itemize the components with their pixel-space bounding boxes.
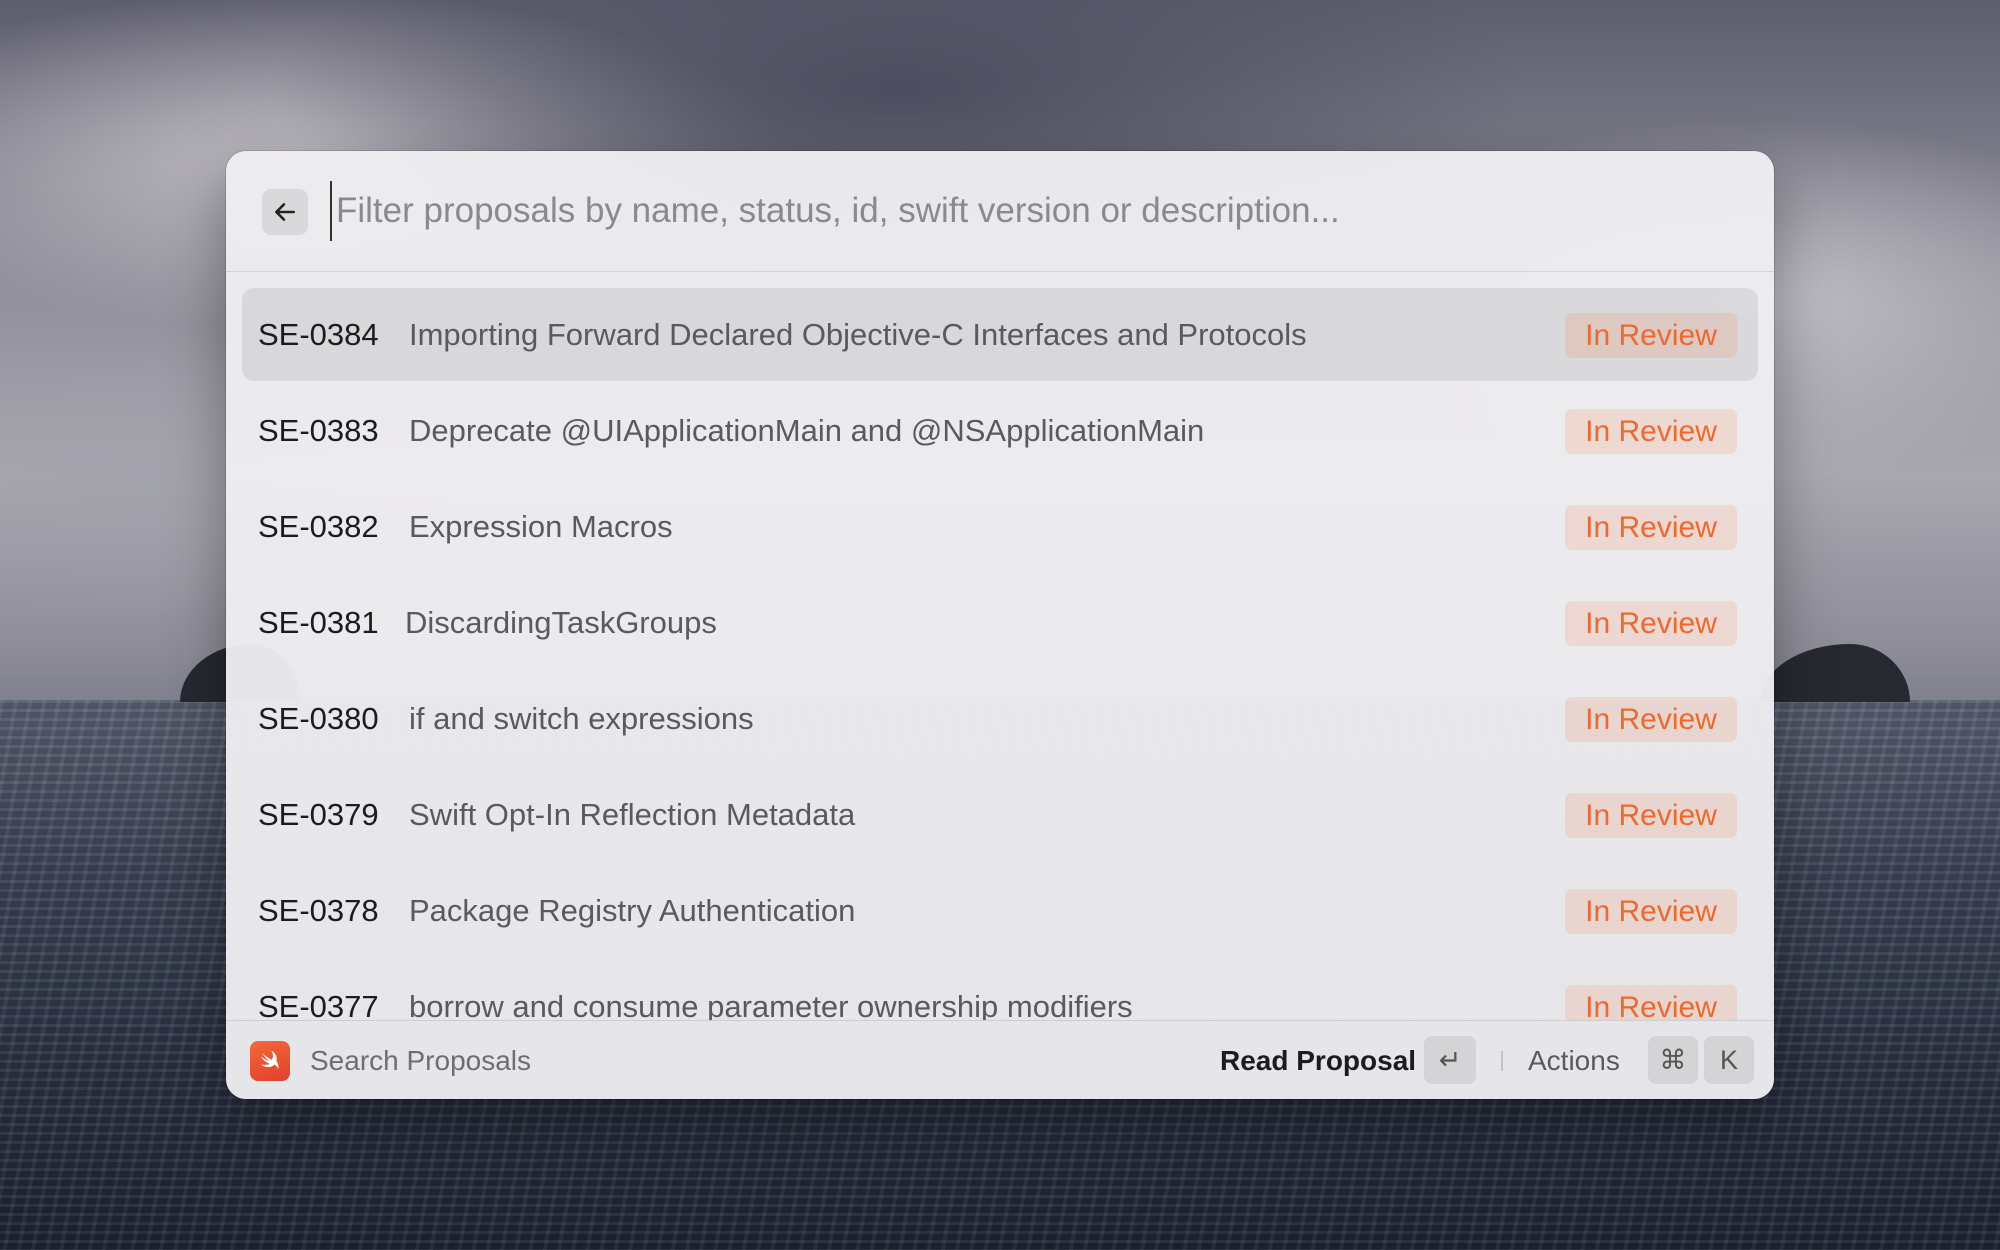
proposal-row[interactable]: SE-0381 DiscardingTaskGroups In Review bbox=[242, 576, 1758, 669]
footer-divider bbox=[1501, 1051, 1503, 1071]
status-badge: In Review bbox=[1565, 505, 1737, 550]
proposal-id: SE-0381 bbox=[258, 605, 379, 640]
status-badge: In Review bbox=[1565, 889, 1737, 934]
read-proposal-action[interactable]: Read Proposal bbox=[1220, 1021, 1416, 1099]
proposal-row[interactable]: SE-0378 Package Registry Authentication … bbox=[242, 864, 1758, 957]
proposal-id: SE-0379 bbox=[258, 797, 379, 832]
status-badge: In Review bbox=[1565, 409, 1737, 454]
proposal-id: SE-0378 bbox=[258, 893, 379, 928]
proposal-id: SE-0382 bbox=[258, 509, 379, 544]
swift-bird-icon bbox=[260, 1050, 279, 1070]
proposal-title: Importing Forward Declared Objective-C I… bbox=[409, 317, 1307, 352]
launcher-window: SE-0384 Importing Forward Declared Objec… bbox=[226, 151, 1774, 1099]
proposal-id: SE-0384 bbox=[258, 317, 379, 352]
search-input[interactable] bbox=[330, 181, 1736, 241]
proposal-title: DiscardingTaskGroups bbox=[405, 605, 717, 640]
proposal-row[interactable]: SE-0384 Importing Forward Declared Objec… bbox=[242, 288, 1758, 381]
status-badge: In Review bbox=[1565, 601, 1737, 646]
command-title: Search Proposals bbox=[310, 1045, 532, 1076]
proposal-title: Deprecate @UIApplicationMain and @NSAppl… bbox=[409, 413, 1205, 448]
proposal-list: SE-0384 Importing Forward Declared Objec… bbox=[242, 288, 1758, 1056]
proposal-row[interactable]: SE-0380 if and switch expressions In Rev… bbox=[242, 672, 1758, 765]
proposal-row[interactable]: SE-0382 Expression Macros In Review bbox=[242, 480, 1758, 573]
proposal-row[interactable]: SE-0379 Swift Opt-In Reflection Metadata… bbox=[242, 768, 1758, 861]
proposal-id: SE-0380 bbox=[258, 701, 379, 736]
arrow-left-icon bbox=[275, 203, 295, 221]
proposal-row[interactable]: SE-0383 Deprecate @UIApplicationMain and… bbox=[242, 384, 1758, 477]
wallpaper-island-right bbox=[1760, 644, 1910, 702]
proposal-title: Package Registry Authentication bbox=[409, 893, 856, 928]
command-key-icon: ⌘ bbox=[1648, 1036, 1698, 1084]
actions-button[interactable]: Actions bbox=[1528, 1021, 1620, 1099]
proposal-title: if and switch expressions bbox=[409, 701, 754, 736]
proposal-title: Swift Opt-In Reflection Metadata bbox=[409, 797, 856, 832]
action-bar: Search Proposals Read Proposal ↵ Actions… bbox=[226, 1020, 1774, 1099]
status-badge: In Review bbox=[1565, 313, 1737, 358]
status-badge: In Review bbox=[1565, 697, 1737, 742]
k-key: K bbox=[1704, 1036, 1754, 1084]
swift-icon bbox=[250, 1041, 290, 1081]
enter-key-icon: ↵ bbox=[1424, 1036, 1476, 1084]
proposal-id: SE-0383 bbox=[258, 413, 379, 448]
proposal-title: Expression Macros bbox=[409, 509, 673, 544]
status-badge: In Review bbox=[1565, 793, 1737, 838]
search-bar bbox=[226, 151, 1774, 272]
back-button[interactable] bbox=[262, 189, 308, 235]
